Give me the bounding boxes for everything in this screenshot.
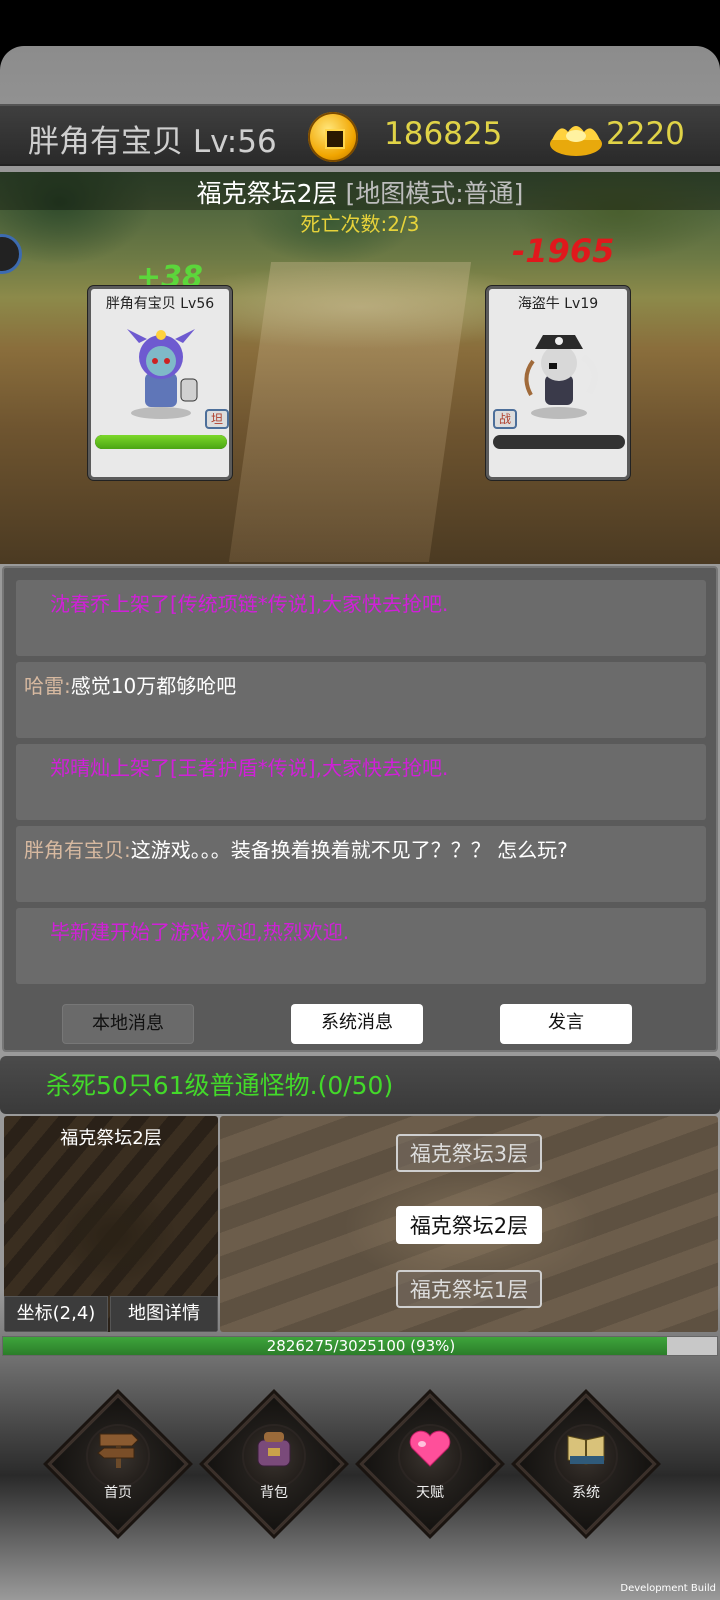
system-chat-message: 郑晴灿上架了[王者护盾*传说],大家快去抢吧. <box>16 744 706 820</box>
floor-selector: 福克祭坛3层 福克祭坛2层 福克祭坛1层 <box>220 1116 718 1332</box>
chat-message-text: 这游戏。。。装备换着换着就不见了？？？ 怎么玩? <box>130 838 568 862</box>
experience-text: 2826275/3025100 (93%) <box>266 1337 456 1355</box>
chat-message-text: 沈春乔上架了[传统项链*传说],大家快去抢吧. <box>50 592 449 616</box>
system-chat-message: 毕新建开始了游戏,欢迎,热烈欢迎. <box>16 908 706 984</box>
nav-system[interactable]: 系统 <box>515 1393 657 1535</box>
player-character-sprite <box>127 329 198 419</box>
nav-home[interactable]: 首页 <box>47 1393 189 1535</box>
system-messages-tab[interactable]: 系统消息 <box>291 1004 423 1044</box>
chat-speaker-name[interactable]: 胖角有宝贝: <box>24 838 131 862</box>
damage-number: -1965 <box>512 232 615 270</box>
book-icon <box>567 1435 605 1465</box>
player-header: 胖角有宝贝 Lv:56 186825 2220 <box>0 104 720 166</box>
enemy-hp-bar <box>493 435 625 449</box>
player-name-level: 胖角有宝贝 Lv:56 <box>28 124 277 160</box>
nav-talent-label: 天赋 <box>416 1485 444 1501</box>
map-thumbnail-title: 福克祭坛2层 <box>60 1128 162 1149</box>
nav-talent[interactable]: 天赋 <box>359 1393 501 1535</box>
enemy-character-sprite <box>524 335 598 419</box>
map-name: 福克祭坛2层 <box>196 179 338 208</box>
copper-coin-icon <box>308 112 358 162</box>
experience-bar: 2826275/3025100 (93%) <box>2 1336 718 1356</box>
enemy-card-label: 海盗牛 Lv19 <box>517 296 599 312</box>
floor-button-3[interactable]: 福克祭坛3层 <box>396 1134 542 1172</box>
enemy-card[interactable]: 海盗牛 Lv19 战 <box>486 286 630 480</box>
speak-button[interactable]: 发言 <box>500 1004 632 1044</box>
player-hp-fill <box>95 435 227 449</box>
player-chat-message: 哈雷:感觉10万都够呛吧 <box>16 662 706 738</box>
heart-icon <box>409 1430 451 1467</box>
gold-ingot-icon <box>550 126 602 156</box>
bag-icon <box>257 1432 291 1467</box>
signpost-icon <box>97 1433 139 1468</box>
quest-bar[interactable]: 杀死50只61级普通怪物.(0/50) <box>0 1056 720 1114</box>
chat-message-text: 感觉10万都够呛吧 <box>70 674 237 698</box>
nav-home-label: 首页 <box>104 1485 132 1501</box>
player-hp-bar <box>95 435 227 449</box>
chat-message-text: 郑晴灿上架了[王者护盾*传说],大家快去抢吧. <box>50 756 449 780</box>
map-title: 福克祭坛2层 [地图模式:普通] <box>0 174 720 210</box>
local-messages-tab[interactable]: 本地消息 <box>62 1004 194 1044</box>
map-mode: [地图模式:普通] <box>345 179 524 208</box>
development-build-label: Development Build <box>620 1583 716 1594</box>
player-card[interactable]: 胖角有宝贝 Lv56 坦 <box>88 286 232 480</box>
nav-system-label: 系统 <box>572 1485 600 1501</box>
nav-bag-label: 背包 <box>260 1485 288 1501</box>
bottom-navigation: 首页 背包 天赋 系统 <box>0 1360 720 1540</box>
status-bar-area <box>0 0 720 46</box>
map-thumbnail[interactable]: 福克祭坛2层 坐标(2,4) 地图详情 <box>4 1116 218 1332</box>
floor-button-2-current[interactable]: 福克祭坛2层 <box>396 1206 542 1244</box>
enemy-role-badge: 战 <box>493 409 517 429</box>
chat-panel: 沈春乔上架了[传统项链*传说],大家快去抢吧. 哈雷:感觉10万都够呛吧郑晴灿上架… <box>2 566 718 1052</box>
scene-path <box>228 262 472 562</box>
floor-button-1[interactable]: 福克祭坛1层 <box>396 1270 542 1308</box>
player-role-badge: 坦 <box>205 409 229 429</box>
chat-message-text: 毕新建开始了游戏,欢迎,热烈欢迎. <box>50 920 350 944</box>
player-chat-message: 胖角有宝贝:这游戏。。。装备换着换着就不见了？？？ 怎么玩? <box>16 826 706 902</box>
quest-text: 杀死50只61级普通怪物.(0/50) <box>46 1071 394 1100</box>
player-card-label: 胖角有宝贝 Lv56 <box>105 296 215 312</box>
system-chat-message: 沈春乔上架了[传统项链*传说],大家快去抢吧. <box>16 580 706 656</box>
battle-scene: 福克祭坛2层 [地图模式:普通] 死亡次数:2/3 +38 -1965 胖角有宝… <box>0 172 720 564</box>
chat-speaker-name[interactable]: 哈雷: <box>24 674 71 698</box>
map-details-button[interactable]: 地图详情 <box>110 1296 218 1332</box>
nav-bag[interactable]: 背包 <box>203 1393 345 1535</box>
ingot-amount: 2220 <box>606 116 685 152</box>
coordinates-button[interactable]: 坐标(2,4) <box>4 1296 108 1332</box>
gold-amount: 186825 <box>384 116 503 152</box>
